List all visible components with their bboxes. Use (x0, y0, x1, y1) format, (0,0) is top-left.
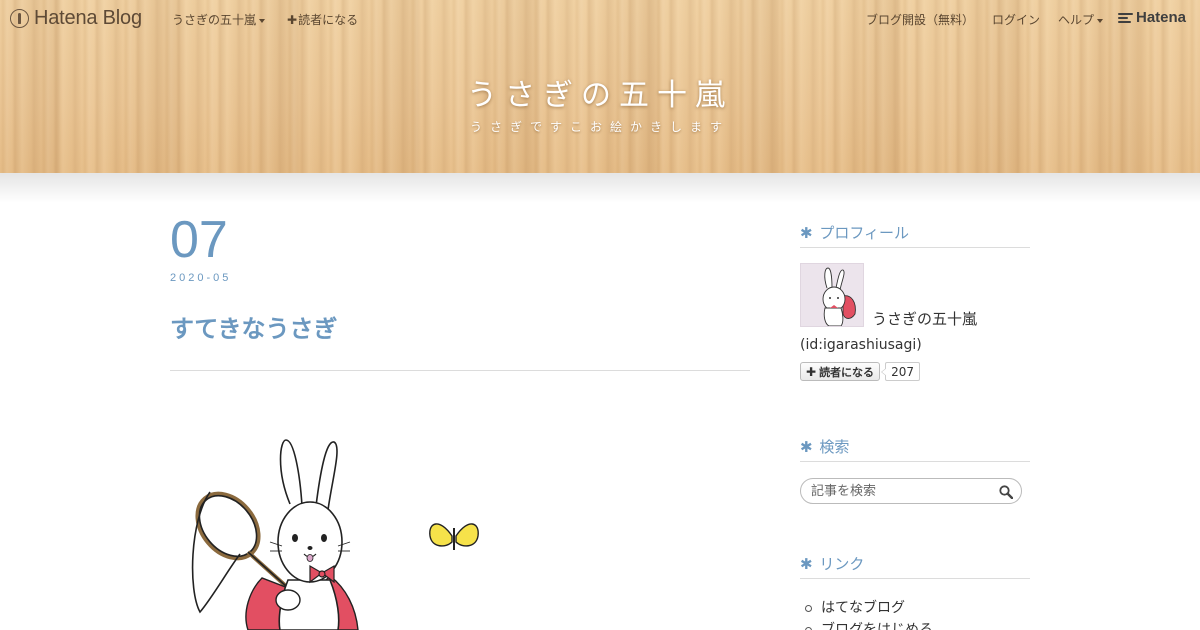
hatena-blog-logo[interactable]: Hatena Blog (10, 7, 142, 29)
link-item[interactable]: ブログをはじめる (800, 619, 1030, 630)
search-icon[interactable] (999, 484, 1014, 500)
rabbit-illustration (170, 430, 490, 630)
header-subscribe-link[interactable]: ✚読者になる (287, 11, 358, 28)
rabbit-ear-left (279, 439, 303, 507)
entry-date-year-month[interactable]: 2020-05 (170, 272, 750, 284)
profile-module: ✱ プロフィール うさぎの五十嵐 (id:igarashiusagi) ✚ 読者に… (800, 222, 1030, 436)
hatena-blog-wordmark: Hatena Blog (34, 6, 142, 29)
asterisk-icon: ✱ (800, 555, 813, 573)
links-module: ✱ リンク はてなブログ ブログをはじめる (800, 553, 1030, 630)
link-list: はてなブログ ブログをはじめる (800, 597, 1030, 630)
help-dropdown[interactable]: ヘルプ (1058, 11, 1103, 28)
entry-date-day[interactable]: 07 (170, 210, 750, 270)
plus-icon: ✚ (287, 13, 298, 27)
hatena-label: Hatena (1136, 9, 1187, 26)
links-heading: ✱ リンク (800, 553, 1030, 579)
link-item[interactable]: はてなブログ (800, 597, 1030, 619)
subscribe-row: ✚ 読者になる 207 (800, 362, 1030, 381)
blog-description: うさぎですこお絵かきします (469, 120, 730, 134)
profile-heading-label: プロフィール (819, 224, 910, 242)
subscribe-button[interactable]: ✚ 読者になる (800, 362, 881, 381)
search-form (800, 478, 1022, 504)
plus-icon: ✚ (806, 364, 817, 379)
profile-name[interactable]: うさぎの五十嵐 (872, 308, 977, 329)
asterisk-icon: ✱ (800, 224, 813, 242)
asterisk-icon: ✱ (800, 438, 813, 456)
login-link[interactable]: ログイン (992, 11, 1040, 28)
entry: 07 2020-05 すてきなうさぎ (170, 210, 750, 371)
rabbit-ear-right (315, 441, 338, 511)
global-header-bar: Hatena Blog うさぎの五十嵐 ✚読者になる ブログ開設（無料） ログイ… (0, 0, 1200, 36)
search-heading: ✱ 検索 (800, 436, 1030, 462)
hatena-menu-icon (1118, 12, 1133, 23)
open-blog-link[interactable]: ブログ開設（無料） (866, 11, 974, 28)
reader-count-badge[interactable]: 207 (881, 362, 920, 381)
avatar[interactable] (800, 263, 864, 327)
sidebar: ✱ プロフィール うさぎの五十嵐 (id:igarashiusagi) ✚ 読者に… (800, 222, 1030, 630)
entry-divider (170, 370, 750, 371)
links-heading-label: リンク (819, 555, 865, 573)
blog-menu-dropdown[interactable]: うさぎの五十嵐 (172, 11, 265, 28)
butterfly (429, 523, 479, 550)
profile-heading: ✱ プロフィール (800, 222, 1030, 248)
entry-title[interactable]: すてきなうさぎ (170, 309, 750, 344)
profile-id[interactable]: (id:igarashiusagi) (800, 337, 1030, 353)
profile-row: うさぎの五十嵐 (800, 263, 1030, 329)
subscribe-button-label: 読者になる (819, 365, 875, 379)
pen-logo-icon (10, 8, 29, 28)
hatena-menu-button[interactable]: Hatena (1118, 9, 1186, 26)
header-subscribe-label: 読者になる (298, 13, 359, 27)
search-input[interactable] (811, 479, 991, 503)
blog-title[interactable]: うさぎの五十嵐 (0, 70, 1200, 114)
search-heading-label: 検索 (819, 438, 850, 456)
search-module: ✱ 検索 (800, 436, 1030, 553)
